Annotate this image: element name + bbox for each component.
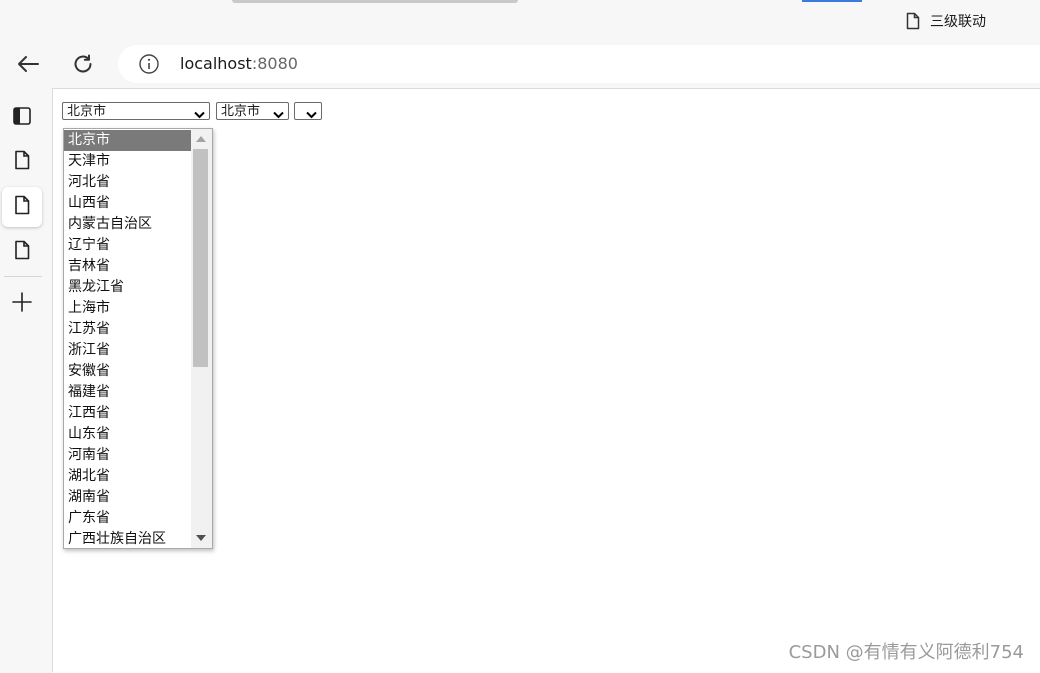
province-option[interactable]: 河南省 <box>64 445 191 466</box>
province-option[interactable]: 湖北省 <box>64 466 191 487</box>
vertical-tab-sidebar <box>0 88 53 672</box>
province-option[interactable]: 江苏省 <box>64 319 191 340</box>
chevron-down-icon <box>194 107 205 125</box>
inactive-tab-edge[interactable] <box>232 0 518 3</box>
watermark: CSDN @有情有义阿德利754 <box>788 642 1024 663</box>
sidebar-tab-3[interactable] <box>2 232 42 272</box>
sidebar-tab-1[interactable] <box>2 142 42 182</box>
active-tab[interactable]: 三级联动 <box>906 8 986 34</box>
province-dropdown-list[interactable]: 北京市 天津市 河北省 山西省 内蒙古自治区 辽宁省 吉林省 黑龙江省 上海市 江苏省 浙江省 安徽省… <box>63 128 213 549</box>
sidebar-divider <box>4 276 42 277</box>
tab-title: 三级联动 <box>930 14 986 30</box>
province-option[interactable]: 黑龙江省 <box>64 277 191 298</box>
province-option[interactable]: 北京市 <box>64 130 191 151</box>
document-icon <box>14 195 30 219</box>
province-option[interactable]: 内蒙古自治区 <box>64 214 191 235</box>
url-port: :8080 <box>251 54 298 73</box>
document-icon <box>14 150 30 174</box>
url-text[interactable]: localhost:8080 <box>180 54 298 73</box>
back-arrow-icon <box>17 55 39 77</box>
new-tab-button[interactable] <box>2 284 42 324</box>
sidebar-toggle-button[interactable] <box>2 98 42 138</box>
scroll-up-arrow-icon[interactable] <box>196 136 206 142</box>
province-option[interactable]: 江西省 <box>64 403 191 424</box>
province-option[interactable]: 浙江省 <box>64 340 191 361</box>
province-option[interactable]: 辽宁省 <box>64 235 191 256</box>
url-host: localhost <box>180 54 252 73</box>
chevron-down-icon <box>273 107 284 125</box>
province-option[interactable]: 安徽省 <box>64 361 191 382</box>
sidebar-panel-icon <box>12 106 32 130</box>
scroll-down-arrow-icon[interactable] <box>196 535 206 541</box>
dropdown-scrollbar[interactable] <box>191 129 212 548</box>
province-select[interactable]: 北京市 <box>62 102 210 120</box>
city-select[interactable]: 北京市 <box>216 102 289 120</box>
province-option[interactable]: 广东省 <box>64 508 191 529</box>
province-option[interactable]: 河北省 <box>64 172 191 193</box>
sidebar-tab-2-active[interactable] <box>2 187 42 227</box>
document-icon <box>14 240 30 264</box>
province-option[interactable]: 广西壮族自治区 <box>64 529 191 548</box>
chevron-down-icon <box>306 107 317 125</box>
document-icon <box>906 12 920 30</box>
plus-icon <box>12 292 32 316</box>
province-option[interactable]: 天津市 <box>64 151 191 172</box>
province-option[interactable]: 湖南省 <box>64 487 191 508</box>
province-option[interactable]: 吉林省 <box>64 256 191 277</box>
page-content: 北京市 北京市 北京市 天津市 河北省 山西省 内蒙古自治区 辽宁省 吉林省 黑龙江省 上海市江… <box>53 88 1040 673</box>
reload-icon <box>72 53 94 79</box>
city-select-value: 北京市 <box>221 104 261 119</box>
district-select[interactable] <box>294 102 322 120</box>
info-icon[interactable] <box>138 53 160 79</box>
address-bar[interactable]: localhost:8080 <box>118 45 1040 83</box>
scrollbar-thumb[interactable] <box>193 149 208 367</box>
province-options: 北京市 天津市 河北省 山西省 内蒙古自治区 辽宁省 吉林省 黑龙江省 上海市 江苏省 浙江省 安徽省… <box>64 130 191 548</box>
province-option[interactable]: 福建省 <box>64 382 191 403</box>
tab-accent-bar <box>802 0 862 2</box>
province-select-value: 北京市 <box>67 104 107 119</box>
province-option[interactable]: 山东省 <box>64 424 191 445</box>
navigation-bar: localhost:8080 <box>0 44 1040 88</box>
back-button[interactable] <box>12 50 44 82</box>
tab-strip: 三级联动 <box>0 0 1040 44</box>
province-option[interactable]: 上海市 <box>64 298 191 319</box>
province-option[interactable]: 山西省 <box>64 193 191 214</box>
reload-button[interactable] <box>67 50 99 82</box>
